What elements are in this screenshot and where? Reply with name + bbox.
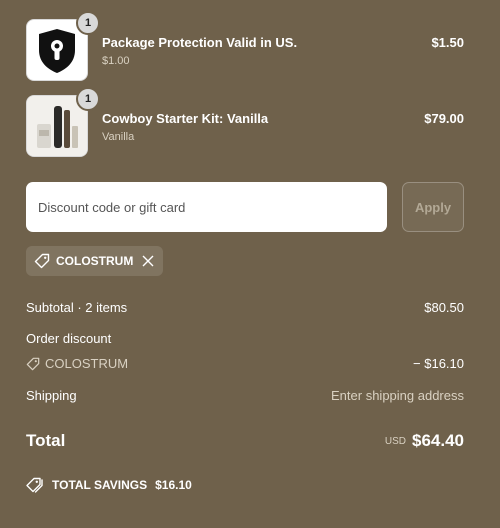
apply-button[interactable]: Apply	[402, 182, 464, 232]
total-savings-value: $16.10	[155, 478, 192, 492]
total-savings-row: TOTAL SAVINGS $16.10	[26, 477, 464, 493]
applied-code-label: COLOSTRUM	[56, 254, 134, 268]
quantity-badge: 1	[76, 11, 100, 35]
total-savings-label: TOTAL SAVINGS	[52, 478, 148, 492]
item-price: $1.50	[431, 35, 464, 50]
shipping-value: Enter shipping address	[331, 388, 464, 403]
item-subtitle: Vanilla	[102, 131, 135, 143]
discount-code-label: COLOSTRUM	[45, 356, 129, 371]
line-item: 1 Package Protection Valid in US. $1.00 …	[26, 11, 464, 83]
shipping-row: Shipping Enter shipping address	[26, 388, 464, 403]
total-label: Total	[26, 431, 66, 450]
item-price: $79.00	[424, 111, 464, 126]
remove-discount-button[interactable]	[141, 254, 155, 268]
item-title: Cowboy Starter Kit: Vanilla	[102, 111, 269, 126]
discount-placeholder: Discount code or gift card	[38, 199, 186, 215]
shipping-label: Shipping	[26, 388, 77, 403]
close-icon	[142, 255, 154, 267]
discount-amount: − $16.10	[413, 356, 464, 371]
discount-code-row: COLOSTRUM − $16.10	[26, 356, 464, 371]
applied-discount-chip: COLOSTRUM	[26, 246, 163, 276]
subtotal-label: Subtotal · 2 items	[26, 300, 128, 315]
subtotal-value: $80.50	[424, 300, 464, 315]
order-discount-label: Order discount	[26, 331, 112, 346]
line-item: 1 Cowboy Starter Kit: Vanilla Vanilla $7…	[26, 87, 464, 159]
total-value: $64.40	[412, 431, 464, 450]
total-row: Total USD $64.40	[26, 431, 464, 451]
item-title: Package Protection Valid in US.	[102, 35, 298, 50]
item-subtitle: $1.00	[102, 55, 130, 67]
tag-icon	[34, 253, 50, 269]
order-discount-row: Order discount	[26, 331, 464, 346]
tag-icon	[26, 357, 40, 370]
currency-label: USD	[384, 436, 406, 447]
tags-icon	[26, 477, 43, 493]
quantity-badge: 1	[76, 87, 100, 111]
subtotal-row: Subtotal · 2 items $80.50	[26, 300, 464, 315]
discount-code-input[interactable]: Discount code or gift card	[26, 182, 387, 232]
